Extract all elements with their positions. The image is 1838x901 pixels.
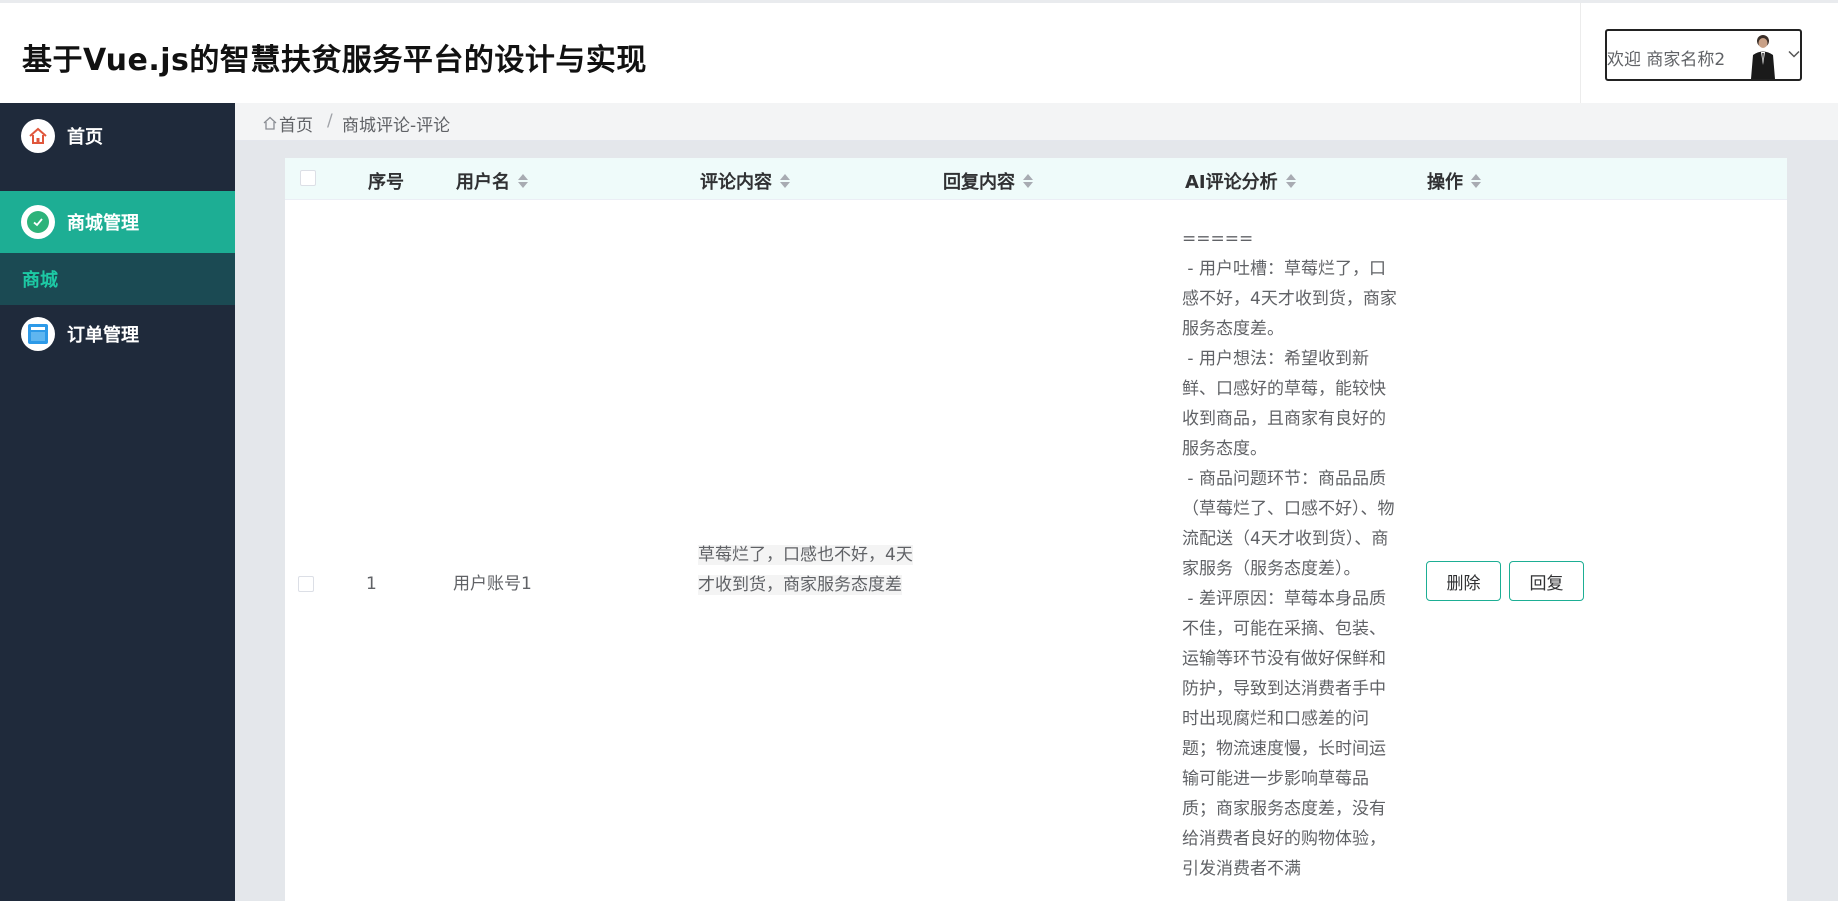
column-header-username[interactable]: 用户名 bbox=[456, 168, 528, 194]
sidebar: 首页 商城管理 商城 订单管理 bbox=[0, 103, 235, 901]
column-header-ai-analysis[interactable]: AI评论分析 bbox=[1185, 168, 1296, 194]
column-header-reply[interactable]: 回复内容 bbox=[943, 168, 1033, 194]
home-icon bbox=[263, 116, 277, 130]
sidebar-item-label: 商城管理 bbox=[67, 213, 139, 234]
row-checkbox[interactable] bbox=[298, 576, 314, 592]
app-header: 基于Vue.js的智慧扶贫服务平台的设计与实现 欢迎 商家名称2 bbox=[0, 0, 1838, 103]
sidebar-item-home[interactable]: 首页 bbox=[0, 105, 235, 167]
comments-table: 序号 用户名 评论内容 回复内容 AI评论分析 操作 1 用户账号1 草莓烂了，… bbox=[285, 158, 1787, 901]
reply-button[interactable]: 回复 bbox=[1509, 561, 1584, 601]
cell-comment: 草莓烂了，口感也不好，4天才收到货，商家服务态度差 bbox=[698, 545, 913, 595]
sidebar-item-mall-management[interactable]: 商城管理 bbox=[0, 191, 235, 253]
breadcrumb: 首页 / 商城评论-评论 bbox=[235, 103, 1838, 141]
breadcrumb-home-link[interactable]: 首页 bbox=[279, 111, 313, 136]
sort-icon[interactable] bbox=[518, 173, 528, 189]
sidebar-item-order-management[interactable]: 订单管理 bbox=[0, 303, 235, 365]
select-all-checkbox[interactable] bbox=[300, 170, 316, 186]
cell-index: 1 bbox=[366, 574, 377, 594]
table-header: 序号 用户名 评论内容 回复内容 AI评论分析 操作 bbox=[285, 158, 1787, 200]
sidebar-subitem-label: 商城 bbox=[22, 270, 58, 291]
sidebar-item-label: 首页 bbox=[67, 127, 103, 148]
sort-icon[interactable] bbox=[780, 173, 790, 189]
sidebar-item-label: 订单管理 bbox=[67, 325, 139, 346]
delete-button[interactable]: 删除 bbox=[1426, 561, 1501, 601]
header-divider bbox=[1580, 3, 1581, 103]
column-header-comment[interactable]: 评论内容 bbox=[700, 168, 790, 194]
cell-username: 用户账号1 bbox=[453, 574, 532, 594]
sidebar-subitem-mall[interactable]: 商城 bbox=[0, 253, 235, 305]
user-menu-dropdown[interactable]: 欢迎 商家名称2 bbox=[1605, 29, 1802, 81]
column-header-actions[interactable]: 操作 bbox=[1427, 168, 1481, 194]
app-title: 基于Vue.js的智慧扶贫服务平台的设计与实现 bbox=[22, 43, 647, 78]
home-icon bbox=[21, 119, 55, 153]
column-header-index: 序号 bbox=[368, 172, 404, 193]
sort-icon[interactable] bbox=[1471, 173, 1481, 189]
window-icon bbox=[21, 317, 55, 351]
breadcrumb-separator: / bbox=[327, 111, 333, 131]
chevron-down-icon[interactable] bbox=[1787, 47, 1801, 61]
sort-icon[interactable] bbox=[1023, 173, 1033, 189]
check-circle-icon bbox=[21, 205, 55, 239]
sort-icon[interactable] bbox=[1285, 173, 1296, 189]
welcome-text: 欢迎 商家名称2 bbox=[1607, 50, 1726, 70]
cell-ai-analysis: ===== - 用户吐槽：草莓烂了，口感不好，4天才收到货，商家服务态度差。 -… bbox=[1182, 229, 1397, 879]
breadcrumb-current: 商城评论-评论 bbox=[342, 116, 451, 136]
avatar bbox=[1745, 31, 1781, 79]
